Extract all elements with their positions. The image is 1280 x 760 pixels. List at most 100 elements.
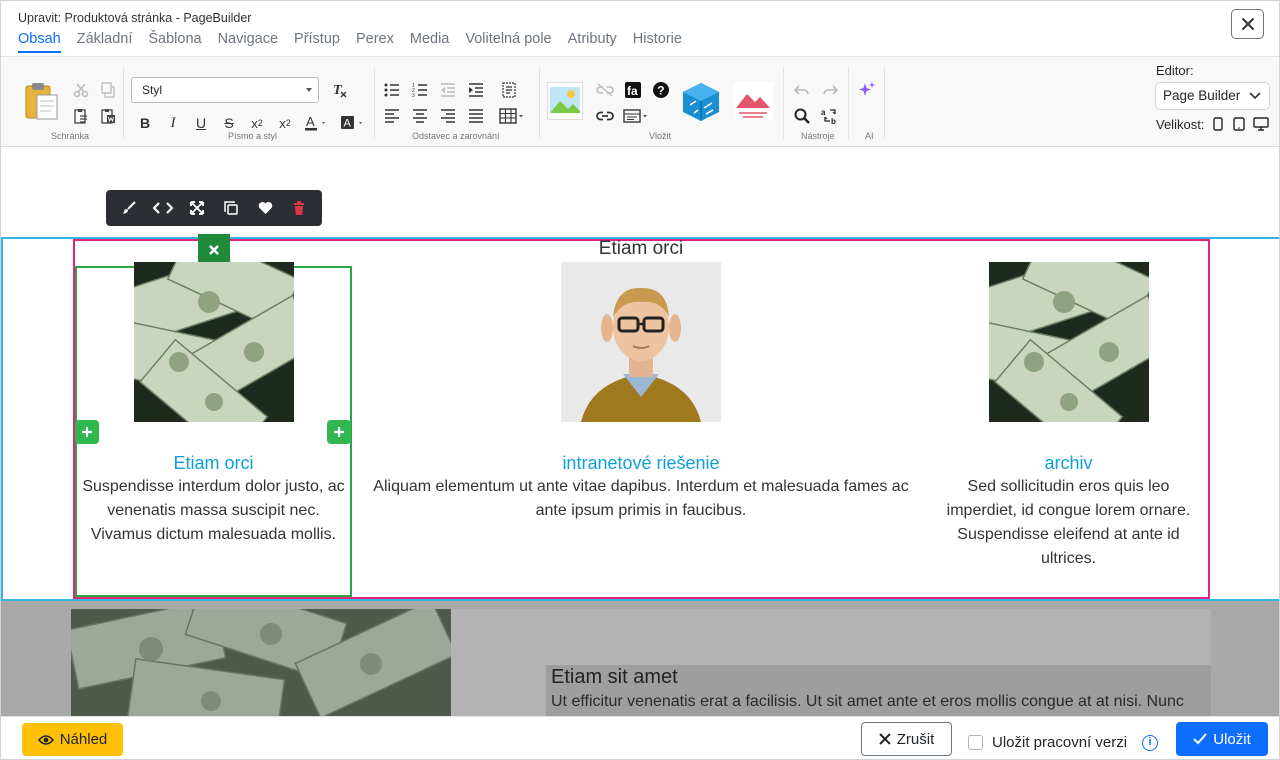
text-color-icon[interactable]: A xyxy=(303,112,331,134)
page-canvas: Etiam orci Etiam orci Suspendisse interd… xyxy=(1,147,1279,716)
code-icon xyxy=(153,202,173,214)
window-title: Upravit: Produktová stránka - PageBuilde… xyxy=(18,11,252,25)
clear-format-icon[interactable]: T xyxy=(329,79,351,101)
toolbar-divider xyxy=(123,67,124,139)
cancel-button-label: Zrušit xyxy=(896,730,935,748)
insert-block-button[interactable] xyxy=(680,81,722,123)
code-button[interactable] xyxy=(150,195,176,221)
tab-atributy[interactable]: Atributy xyxy=(568,31,617,53)
tab-perex[interactable]: Perex xyxy=(356,31,394,53)
add-column-left-button[interactable] xyxy=(75,420,99,444)
card-text-line: ultrices. xyxy=(1040,550,1097,567)
redo-icon[interactable] xyxy=(819,79,841,101)
card-text-line: ante ipsum primis in faucibus. xyxy=(535,502,747,519)
form-insert-icon[interactable] xyxy=(622,105,652,127)
duplicate-button[interactable] xyxy=(218,195,244,221)
tab-historie[interactable]: Historie xyxy=(633,31,682,53)
paste-text-icon[interactable] xyxy=(70,105,92,127)
svg-text:fa: fa xyxy=(627,84,638,98)
link-icon[interactable] xyxy=(594,105,616,127)
group-label-clipboard: Schránka xyxy=(51,131,90,141)
indent-icon[interactable] xyxy=(465,79,487,101)
replace-icon[interactable]: ab xyxy=(819,105,841,127)
save-button[interactable]: Uložit xyxy=(1176,722,1268,756)
gallery-icon xyxy=(736,94,770,118)
tablet-size-icon[interactable] xyxy=(1229,113,1249,135)
outdent-icon[interactable] xyxy=(437,79,459,101)
paste-word-icon[interactable] xyxy=(97,105,119,127)
card-image-money xyxy=(134,262,294,422)
tab-navigace[interactable]: Navigace xyxy=(218,31,278,53)
ai-sparkle-icon[interactable] xyxy=(856,79,878,101)
show-blocks-icon[interactable] xyxy=(498,79,520,101)
tab-pristup[interactable]: Přístup xyxy=(294,31,340,53)
tab-sablona[interactable]: Šablona xyxy=(148,31,201,53)
delete-block-button[interactable] xyxy=(286,195,312,221)
underline-icon[interactable]: U xyxy=(190,112,212,134)
favorite-button[interactable] xyxy=(252,195,278,221)
card-image-money xyxy=(989,262,1149,422)
cut-icon[interactable] xyxy=(70,79,92,101)
align-left-icon[interactable] xyxy=(381,105,403,127)
copy-icon[interactable] xyxy=(97,79,119,101)
editor-toolbar: Schránka Styl T B I U S x2 x2 A A Písmo … xyxy=(1,56,1279,147)
card-text: Suspendisse interdum dolor justo, ac ven… xyxy=(77,475,350,547)
background-color-icon[interactable]: A xyxy=(339,112,367,134)
font-awesome-icon[interactable]: fa xyxy=(622,79,644,101)
toolbar-divider xyxy=(884,67,885,139)
copy-icon xyxy=(224,201,238,215)
plus-icon xyxy=(82,427,92,437)
help-icon[interactable]: ? xyxy=(650,79,672,101)
tab-obsah[interactable]: Obsah xyxy=(18,31,61,53)
align-justify-icon[interactable] xyxy=(465,105,487,127)
svg-text:A: A xyxy=(344,118,352,130)
bold-icon[interactable]: B xyxy=(134,112,156,134)
group-label-insert: Vložit xyxy=(649,131,672,141)
phone-size-icon[interactable] xyxy=(1208,113,1228,135)
save-draft-checkbox[interactable] xyxy=(968,735,983,750)
find-icon[interactable] xyxy=(791,105,813,127)
eye-icon xyxy=(37,734,54,745)
page-builder-window: Upravit: Produktová stránka - PageBuilde… xyxy=(0,0,1280,760)
italic-icon[interactable]: I xyxy=(162,112,184,134)
add-column-right-button[interactable] xyxy=(327,420,351,444)
toolbar-divider xyxy=(539,67,540,139)
card-title[interactable]: archiv xyxy=(931,453,1206,474)
table-icon[interactable] xyxy=(498,105,526,127)
card-title[interactable]: intranetové riešenie xyxy=(361,453,921,474)
svg-text:A: A xyxy=(306,114,315,129)
card-text-line: venenatis massa suscipit nec. xyxy=(107,502,320,519)
save-draft-label[interactable]: Uložit pracovní verzi xyxy=(992,734,1127,751)
tab-volitelna-pole[interactable]: Volitelná pole xyxy=(465,31,551,53)
align-center-icon[interactable] xyxy=(409,105,431,127)
style-brush-button[interactable] xyxy=(116,195,142,221)
group-label-paragraph: Odstavec a zarovnání xyxy=(412,131,500,141)
preview-button[interactable]: Náhled xyxy=(22,723,123,756)
info-icon[interactable]: i xyxy=(1142,735,1158,751)
insert-gallery-button[interactable] xyxy=(733,82,773,120)
numbered-list-icon[interactable]: 123 xyxy=(409,79,431,101)
bulleted-list-icon[interactable] xyxy=(381,79,403,101)
paste-button[interactable] xyxy=(23,81,59,121)
group-label-ai: AI xyxy=(865,131,874,141)
card-text: Sed sollicitudin eros quis leo imperdiet… xyxy=(931,475,1206,571)
close-button[interactable] xyxy=(1231,9,1264,39)
cancel-button[interactable]: Zrušit xyxy=(861,722,952,756)
align-right-icon[interactable] xyxy=(437,105,459,127)
group-label-tools: Nástroje xyxy=(801,131,835,141)
size-label: Velikost: xyxy=(1156,117,1205,132)
card-text-line: Suspendisse eleifend at ante id xyxy=(957,526,1180,543)
tab-media[interactable]: Media xyxy=(410,31,450,53)
editor-select[interactable]: Page Builder xyxy=(1155,82,1270,110)
tab-bar: Obsah Základní Šablona Navigace Přístup … xyxy=(18,31,698,53)
insert-image-button[interactable] xyxy=(547,82,583,120)
move-button[interactable] xyxy=(184,195,210,221)
unlink-icon[interactable] xyxy=(594,79,616,101)
svg-text:3: 3 xyxy=(412,93,415,97)
style-select[interactable]: Styl xyxy=(131,77,319,103)
superscript-icon[interactable]: x2 xyxy=(274,112,296,134)
card-title[interactable]: Etiam orci xyxy=(77,453,350,474)
undo-icon[interactable] xyxy=(791,79,813,101)
desktop-size-icon[interactable] xyxy=(1251,113,1271,135)
tab-zakladni[interactable]: Základní xyxy=(77,31,133,53)
